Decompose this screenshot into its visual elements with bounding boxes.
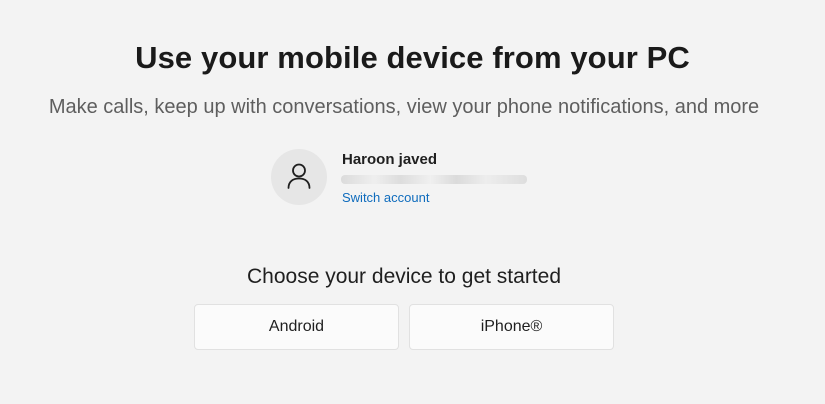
account-email-redacted [341, 175, 527, 184]
switch-account-link[interactable]: Switch account [342, 190, 429, 205]
iphone-button[interactable]: iPhone® [409, 304, 614, 350]
avatar [271, 149, 327, 205]
android-button-label: Android [268, 318, 325, 335]
account-name: Haroon javed [342, 151, 438, 168]
page-title: Use your mobile device from your PC [135, 40, 690, 75]
phone-link-setup-page: Use your mobile device from your PC Make… [0, 0, 825, 404]
page-subtitle: Make calls, keep up with conversations, … [48, 96, 760, 118]
person-icon [287, 163, 311, 189]
account-card: Haroon javed Switch account [271, 147, 571, 211]
choose-device-heading: Choose your device to get started [246, 265, 561, 288]
iphone-button-label: iPhone® [480, 318, 543, 335]
android-button[interactable]: Android [194, 304, 399, 350]
